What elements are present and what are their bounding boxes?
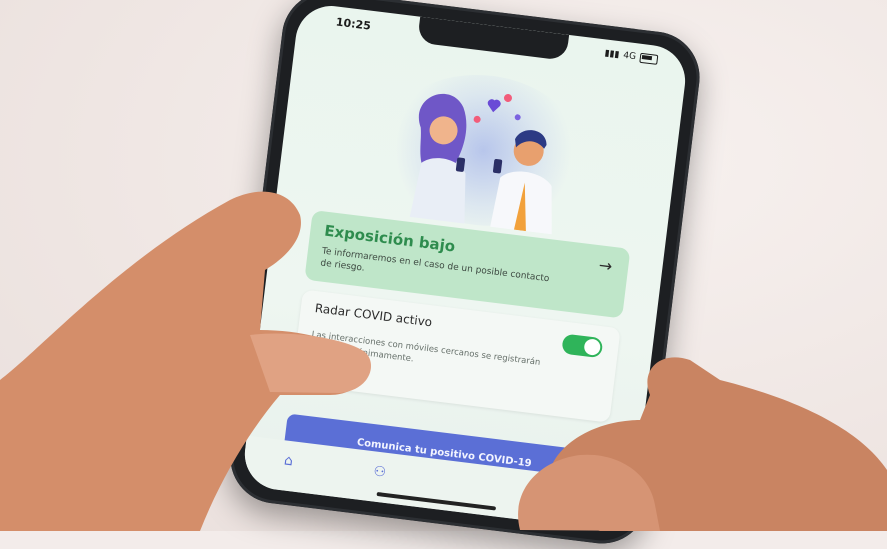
left-thumb: [250, 333, 372, 393]
photo-scene: 10:25 ▮▮▮ 4G Exposición bajo → Te inform…: [0, 0, 887, 549]
hands: [0, 191, 887, 531]
